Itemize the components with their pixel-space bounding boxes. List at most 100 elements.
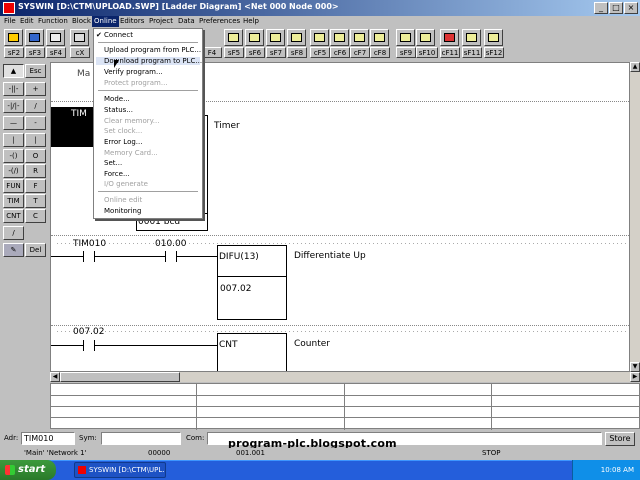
menu-item-error-log[interactable]: Error Log... xyxy=(104,138,142,146)
difu-box[interactable]: DIFU(13) 007.02 xyxy=(217,245,287,320)
palette-cnt[interactable]: CNT xyxy=(3,209,24,223)
start-button[interactable]: start xyxy=(0,460,56,480)
vertical-scrollbar[interactable]: ▲ ▼ xyxy=(630,62,640,372)
palette-f[interactable]: F xyxy=(25,179,46,193)
key-cf8[interactable]: cF8 xyxy=(370,47,390,58)
menu-function[interactable]: Function xyxy=(38,17,68,25)
ladder-tool-3-icon[interactable] xyxy=(266,29,285,46)
menu-edit[interactable]: Edit xyxy=(20,17,34,25)
key-sf2[interactable]: sF2 xyxy=(4,47,24,58)
scroll-left-icon[interactable]: ◀ xyxy=(50,372,60,382)
scroll-thumb[interactable] xyxy=(60,372,180,382)
palette-plus[interactable]: + xyxy=(25,82,46,96)
key-sf11[interactable]: sF11 xyxy=(462,47,482,58)
contact-01000-icon[interactable] xyxy=(165,251,177,262)
sym-field[interactable] xyxy=(101,432,181,445)
key-sf6[interactable]: sF6 xyxy=(245,47,265,58)
horizontal-scrollbar[interactable]: ◀ ▶ xyxy=(50,372,640,382)
key-sf12[interactable]: sF12 xyxy=(484,47,504,58)
menu-help[interactable]: Help xyxy=(243,17,259,25)
palette-tim[interactable]: TIM xyxy=(3,194,24,208)
open-icon[interactable] xyxy=(4,29,23,46)
palette-o[interactable]: O xyxy=(25,149,46,163)
menu-online[interactable]: Online xyxy=(92,16,119,27)
palette-c[interactable]: C xyxy=(25,209,46,223)
scroll-up-icon[interactable]: ▲ xyxy=(630,62,640,72)
v-line-icon[interactable]: | xyxy=(3,133,24,147)
save-icon[interactable] xyxy=(25,29,44,46)
menu-item-verify[interactable]: Verify program... xyxy=(104,68,163,76)
menu-editors[interactable]: Editors xyxy=(120,17,144,25)
ladder-tool-12-icon[interactable] xyxy=(462,29,481,46)
key-f4[interactable]: F4 xyxy=(202,47,222,58)
palette-bar[interactable]: | xyxy=(25,133,46,147)
cross-reference-grid[interactable] xyxy=(50,383,640,430)
palette-r[interactable]: R xyxy=(25,164,46,178)
key-sf4[interactable]: sF4 xyxy=(46,47,66,58)
menu-preferences[interactable]: Preferences xyxy=(199,17,240,25)
palette-esc[interactable]: Esc xyxy=(25,64,46,78)
ladder-tool-10-icon[interactable] xyxy=(416,29,435,46)
output-coil-icon[interactable]: -() xyxy=(3,149,24,163)
menu-item-monitoring[interactable]: Monitoring xyxy=(104,207,141,215)
ladder-tool-9-icon[interactable] xyxy=(396,29,415,46)
brush-icon[interactable]: ✎ xyxy=(3,243,24,257)
online-edit-icon[interactable] xyxy=(440,29,459,46)
key-cf6[interactable]: cF6 xyxy=(330,47,350,58)
menu-project[interactable]: Project xyxy=(149,17,173,25)
menu-data[interactable]: Data xyxy=(178,17,195,25)
menu-item-set[interactable]: Set... xyxy=(104,159,122,167)
palette-slash[interactable]: / xyxy=(25,99,46,113)
key-sf9[interactable]: sF9 xyxy=(396,47,416,58)
menu-item-mode[interactable]: Mode... xyxy=(104,95,130,103)
network-tabs[interactable]: 'Main' 'Network 1' xyxy=(24,449,87,457)
palette-t[interactable]: T xyxy=(25,194,46,208)
inv-coil-icon[interactable]: -(/) xyxy=(3,164,24,178)
maximize-button[interactable]: □ xyxy=(609,2,623,14)
menu-item-force[interactable]: Force... xyxy=(104,170,130,178)
key-cf11[interactable]: cF11 xyxy=(440,47,460,58)
menu-block[interactable]: Block xyxy=(72,17,91,25)
key-cf5[interactable]: cF5 xyxy=(310,47,330,58)
h-line-icon[interactable]: — xyxy=(3,116,24,130)
ladder-tool-13-icon[interactable] xyxy=(484,29,503,46)
menu-item-download[interactable]: Download program to PLC... xyxy=(96,57,202,65)
key-sf8[interactable]: sF8 xyxy=(287,47,307,58)
key-sf10[interactable]: sF10 xyxy=(416,47,438,58)
menu-item-connect[interactable]: Connect xyxy=(104,31,133,39)
select-pointer-icon[interactable]: ▲ xyxy=(3,64,24,78)
adr-field[interactable]: TIM010 xyxy=(21,432,75,445)
menu-file[interactable]: File xyxy=(4,17,16,25)
print-icon[interactable] xyxy=(46,29,65,46)
ladder-tool-1-icon[interactable] xyxy=(224,29,243,46)
key-sf3[interactable]: sF3 xyxy=(25,47,45,58)
ladder-tool-2-icon[interactable] xyxy=(245,29,264,46)
menu-item-status[interactable]: Status... xyxy=(104,106,133,114)
line-draw-icon[interactable]: / xyxy=(3,226,24,240)
key-cf7[interactable]: cF7 xyxy=(350,47,370,58)
ladder-tool-8-icon[interactable] xyxy=(370,29,389,46)
store-button[interactable]: Store xyxy=(605,432,635,446)
key-sf5[interactable]: sF5 xyxy=(224,47,244,58)
palette-dash[interactable]: - xyxy=(25,116,46,130)
ladder-tool-7-icon[interactable] xyxy=(350,29,369,46)
palette-fun[interactable]: FUN xyxy=(3,179,24,193)
contact-00702-icon[interactable] xyxy=(83,340,95,351)
ladder-tool-5-icon[interactable] xyxy=(310,29,329,46)
ladder-tool-4-icon[interactable] xyxy=(287,29,306,46)
close-button[interactable]: × xyxy=(624,2,638,14)
minimize-button[interactable]: _ xyxy=(594,2,608,14)
app-icon[interactable] xyxy=(3,2,15,14)
no-contact-icon[interactable]: -||- xyxy=(3,82,24,96)
scroll-right-icon[interactable]: ▶ xyxy=(630,372,640,382)
key-sf7[interactable]: sF7 xyxy=(266,47,286,58)
ladder-tool-6-icon[interactable] xyxy=(330,29,349,46)
cut-icon[interactable] xyxy=(70,29,89,46)
nc-contact-icon[interactable]: -|/|- xyxy=(3,99,24,113)
key-cx[interactable]: cX xyxy=(70,47,90,58)
menu-item-upload[interactable]: Upload program from PLC... xyxy=(104,46,201,54)
cnt-box[interactable]: CNT xyxy=(217,333,287,371)
taskbar-item-syswin[interactable]: SYSWIN [D:\CTM\UPL... xyxy=(74,462,166,478)
clock[interactable]: 10:08 AM xyxy=(601,466,634,474)
contact-tim010-icon[interactable] xyxy=(83,251,95,262)
